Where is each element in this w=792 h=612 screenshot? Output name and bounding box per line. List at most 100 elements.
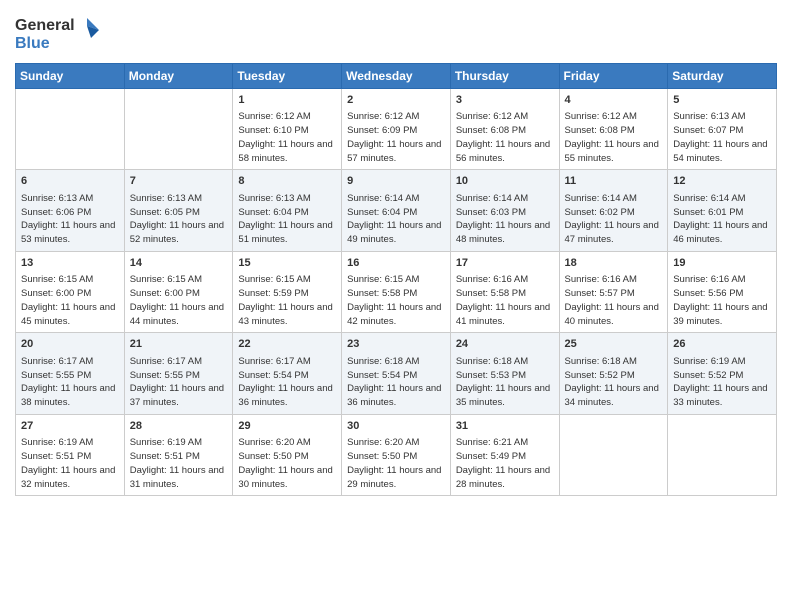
calendar-cell: 27 Sunrise: 6:19 AMSunset: 5:51 PMDayligh… bbox=[16, 414, 125, 495]
calendar-cell: 1Sunrise: 6:12 AMSunset: 6:10 PMDaylight… bbox=[233, 89, 342, 170]
weekday-header-wednesday: Wednesday bbox=[342, 64, 451, 89]
calendar-week-1: 1Sunrise: 6:12 AMSunset: 6:10 PMDaylight… bbox=[16, 89, 777, 170]
calendar-cell: 2Sunrise: 6:12 AMSunset: 6:09 PMDaylight… bbox=[342, 89, 451, 170]
day-number: 3 bbox=[456, 93, 554, 108]
calendar-week-5: 27 Sunrise: 6:19 AMSunset: 5:51 PMDayligh… bbox=[16, 414, 777, 495]
calendar-cell bbox=[559, 414, 668, 495]
day-number: 29 bbox=[238, 419, 336, 434]
day-number: 27 bbox=[21, 419, 119, 434]
day-number: 11 bbox=[565, 174, 663, 189]
calendar-cell bbox=[668, 414, 777, 495]
calendar-cell: 20Sunrise: 6:17 AMSunset: 5:55 PMDayligh… bbox=[16, 333, 125, 414]
calendar-cell: 31Sunrise: 6:21 AMSunset: 5:49 PMDayligh… bbox=[450, 414, 559, 495]
day-number: 25 bbox=[565, 337, 663, 352]
calendar-cell: 4 Sunrise: 6:12 AMSunset: 6:08 PMDaylight… bbox=[559, 89, 668, 170]
day-info: Sunrise: 6:16 AMSunset: 5:58 PMDaylight:… bbox=[456, 273, 554, 328]
calendar-cell: 15 Sunrise: 6:15 AMSunset: 5:59 PMDayligh… bbox=[233, 251, 342, 332]
calendar-header: SundayMondayTuesdayWednesdayThursdayFrid… bbox=[16, 64, 777, 89]
day-info: Sunrise: 6:15 AMSunset: 5:58 PMDaylight:… bbox=[347, 273, 445, 328]
day-number: 10 bbox=[456, 174, 554, 189]
calendar-cell: 7Sunrise: 6:13 AMSunset: 6:05 PMDaylight… bbox=[124, 170, 233, 251]
day-info: Sunrise: 6:15 AMSunset: 6:00 PMDaylight:… bbox=[21, 273, 119, 328]
weekday-header-saturday: Saturday bbox=[668, 64, 777, 89]
calendar-cell: 9 Sunrise: 6:14 AMSunset: 6:04 PMDaylight… bbox=[342, 170, 451, 251]
day-number: 24 bbox=[456, 337, 554, 352]
calendar-cell: 11 Sunrise: 6:14 AMSunset: 6:02 PMDayligh… bbox=[559, 170, 668, 251]
day-number: 15 bbox=[238, 256, 336, 271]
calendar-cell: 10 Sunrise: 6:14 AMSunset: 6:03 PMDayligh… bbox=[450, 170, 559, 251]
day-info: Sunrise: 6:18 AMSunset: 5:54 PMDaylight:… bbox=[347, 355, 445, 410]
day-number: 23 bbox=[347, 337, 445, 352]
day-info: Sunrise: 6:14 AMSunset: 6:03 PMDaylight:… bbox=[456, 192, 554, 247]
calendar-cell: 16 Sunrise: 6:15 AMSunset: 5:58 PMDayligh… bbox=[342, 251, 451, 332]
logo-svg: GeneralBlue bbox=[15, 10, 105, 55]
day-info: Sunrise: 6:21 AMSunset: 5:49 PMDaylight:… bbox=[456, 436, 554, 491]
day-info: Sunrise: 6:18 AMSunset: 5:52 PMDaylight:… bbox=[565, 355, 663, 410]
day-info: Sunrise: 6:20 AMSunset: 5:50 PMDaylight:… bbox=[347, 436, 445, 491]
header: GeneralBlue bbox=[15, 10, 777, 55]
svg-text:Blue: Blue bbox=[15, 35, 50, 52]
day-info: Sunrise: 6:16 AMSunset: 5:57 PMDaylight:… bbox=[565, 273, 663, 328]
day-info: Sunrise: 6:14 AMSunset: 6:02 PMDaylight:… bbox=[565, 192, 663, 247]
calendar-cell: 6Sunrise: 6:13 AMSunset: 6:06 PMDaylight… bbox=[16, 170, 125, 251]
weekday-header-sunday: Sunday bbox=[16, 64, 125, 89]
calendar-week-2: 6Sunrise: 6:13 AMSunset: 6:06 PMDaylight… bbox=[16, 170, 777, 251]
day-number: 13 bbox=[21, 256, 119, 271]
day-info: Sunrise: 6:12 AMSunset: 6:08 PMDaylight:… bbox=[565, 110, 663, 165]
day-number: 16 bbox=[347, 256, 445, 271]
calendar-cell: 26 Sunrise: 6:19 AMSunset: 5:52 PMDayligh… bbox=[668, 333, 777, 414]
day-info: Sunrise: 6:14 AMSunset: 6:04 PMDaylight:… bbox=[347, 192, 445, 247]
calendar-cell: 30Sunrise: 6:20 AMSunset: 5:50 PMDayligh… bbox=[342, 414, 451, 495]
weekday-header-monday: Monday bbox=[124, 64, 233, 89]
day-number: 20 bbox=[21, 337, 119, 352]
calendar-cell: 25 Sunrise: 6:18 AMSunset: 5:52 PMDayligh… bbox=[559, 333, 668, 414]
day-info: Sunrise: 6:12 AMSunset: 6:09 PMDaylight:… bbox=[347, 110, 445, 165]
day-info: Sunrise: 6:17 AMSunset: 5:55 PMDaylight:… bbox=[130, 355, 228, 410]
calendar-cell: 17 Sunrise: 6:16 AMSunset: 5:58 PMDayligh… bbox=[450, 251, 559, 332]
day-number: 12 bbox=[673, 174, 771, 189]
day-number: 17 bbox=[456, 256, 554, 271]
day-number: 18 bbox=[565, 256, 663, 271]
calendar-cell bbox=[16, 89, 125, 170]
day-info: Sunrise: 6:17 AMSunset: 5:54 PMDaylight:… bbox=[238, 355, 336, 410]
calendar-body: 1Sunrise: 6:12 AMSunset: 6:10 PMDaylight… bbox=[16, 89, 777, 496]
day-info: Sunrise: 6:16 AMSunset: 5:56 PMDaylight:… bbox=[673, 273, 771, 328]
calendar-cell: 22 Sunrise: 6:17 AMSunset: 5:54 PMDayligh… bbox=[233, 333, 342, 414]
day-info: Sunrise: 6:18 AMSunset: 5:53 PMDaylight:… bbox=[456, 355, 554, 410]
calendar-cell: 14Sunrise: 6:15 AMSunset: 6:00 PMDayligh… bbox=[124, 251, 233, 332]
calendar-cell: 13 Sunrise: 6:15 AMSunset: 6:00 PMDayligh… bbox=[16, 251, 125, 332]
calendar-container: GeneralBlue SundayMondayTuesdayWednesday… bbox=[0, 0, 792, 612]
day-info: Sunrise: 6:12 AMSunset: 6:08 PMDaylight:… bbox=[456, 110, 554, 165]
day-number: 1 bbox=[238, 93, 336, 108]
day-number: 9 bbox=[347, 174, 445, 189]
day-number: 14 bbox=[130, 256, 228, 271]
calendar-cell: 28 Sunrise: 6:19 AMSunset: 5:51 PMDayligh… bbox=[124, 414, 233, 495]
day-info: Sunrise: 6:20 AMSunset: 5:50 PMDaylight:… bbox=[238, 436, 336, 491]
day-info: Sunrise: 6:13 AMSunset: 6:05 PMDaylight:… bbox=[130, 192, 228, 247]
day-info: Sunrise: 6:19 AMSunset: 5:51 PMDaylight:… bbox=[130, 436, 228, 491]
day-number: 8 bbox=[238, 174, 336, 189]
logo: GeneralBlue bbox=[15, 10, 105, 55]
day-number: 19 bbox=[673, 256, 771, 271]
calendar-week-3: 13 Sunrise: 6:15 AMSunset: 6:00 PMDayligh… bbox=[16, 251, 777, 332]
day-number: 26 bbox=[673, 337, 771, 352]
day-info: Sunrise: 6:15 AMSunset: 5:59 PMDaylight:… bbox=[238, 273, 336, 328]
calendar-cell: 5Sunrise: 6:13 AMSunset: 6:07 PMDaylight… bbox=[668, 89, 777, 170]
day-number: 21 bbox=[130, 337, 228, 352]
weekday-header-friday: Friday bbox=[559, 64, 668, 89]
calendar-cell: 18 Sunrise: 6:16 AMSunset: 5:57 PMDayligh… bbox=[559, 251, 668, 332]
day-number: 4 bbox=[565, 93, 663, 108]
day-number: 5 bbox=[673, 93, 771, 108]
calendar-cell bbox=[124, 89, 233, 170]
day-number: 28 bbox=[130, 419, 228, 434]
weekday-header-tuesday: Tuesday bbox=[233, 64, 342, 89]
day-info: Sunrise: 6:14 AMSunset: 6:01 PMDaylight:… bbox=[673, 192, 771, 247]
weekday-row: SundayMondayTuesdayWednesdayThursdayFrid… bbox=[16, 64, 777, 89]
calendar-cell: 24 Sunrise: 6:18 AMSunset: 5:53 PMDayligh… bbox=[450, 333, 559, 414]
calendar-cell: 3 Sunrise: 6:12 AMSunset: 6:08 PMDaylight… bbox=[450, 89, 559, 170]
calendar-week-4: 20 Sunrise: 6:17 AMSunset: 5:55 PMDayligh… bbox=[16, 333, 777, 414]
day-info: Sunrise: 6:19 AMSunset: 5:51 PMDaylight:… bbox=[21, 436, 119, 491]
day-number: 22 bbox=[238, 337, 336, 352]
calendar-cell: 8Sunrise: 6:13 AMSunset: 6:04 PMDaylight… bbox=[233, 170, 342, 251]
day-info: Sunrise: 6:19 AMSunset: 5:52 PMDaylight:… bbox=[673, 355, 771, 410]
